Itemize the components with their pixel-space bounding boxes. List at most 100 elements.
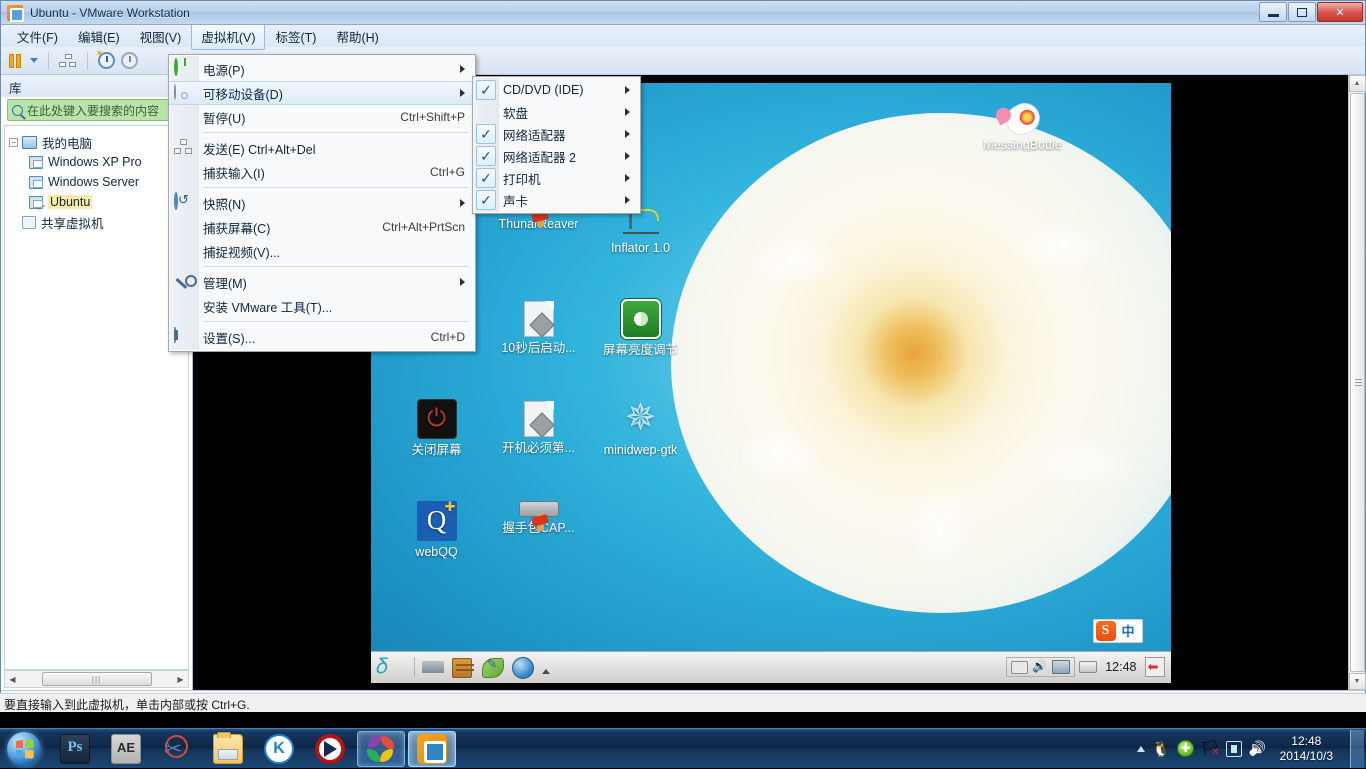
display-icon[interactable] [1052, 660, 1070, 674]
search-input[interactable]: 在此处键入要搜索的内容 [7, 99, 186, 121]
taskbar-vmware-workstation[interactable] [408, 731, 456, 767]
menu-item-pause[interactable]: 暂停(U) Ctrl+Shift+P [169, 105, 475, 129]
menu-view[interactable]: 视图(V) [130, 23, 192, 50]
menu-item-install-tools[interactable]: 安装 VMware 工具(T)... [169, 294, 475, 318]
take-snapshot-button[interactable] [98, 52, 115, 69]
desktop-icon-startup-10s[interactable]: 10秒后启动... [491, 299, 587, 355]
close-button[interactable]: ✕ [1317, 2, 1363, 22]
taskbar-file-explorer[interactable] [204, 731, 252, 767]
xfce-menu-icon[interactable] [377, 655, 403, 679]
minimize-button[interactable] [1259, 2, 1287, 22]
menu-item-capture-video[interactable]: 捕捉视频(V)... [169, 239, 475, 263]
desktop-icon-minidwep-gtk[interactable]: minidwep-gtk [593, 399, 689, 457]
tray-safely-remove-icon[interactable] [1226, 741, 1242, 757]
submenu-item-network-adapter-2[interactable]: ✓ 网络适配器 2 [473, 145, 640, 167]
ime-mode-label[interactable]: 中 [1122, 621, 1135, 640]
suspend-button[interactable] [9, 54, 21, 68]
logout-icon[interactable] [1145, 657, 1165, 677]
aftereffects-icon [111, 734, 141, 764]
submenu-arrow-icon [460, 199, 465, 207]
text-editor-icon[interactable] [482, 655, 508, 679]
tree-node-windows-server[interactable]: Windows Server [9, 172, 184, 192]
desktop-icon-handshake-cap[interactable]: 握手包CAP... [491, 501, 587, 535]
menu-tabs[interactable]: 标签(T) [265, 23, 326, 50]
menu-item-grab-input[interactable]: 捕获输入(I) Ctrl+G [169, 160, 475, 184]
menu-item-snapshot[interactable]: 快照(N) [169, 191, 475, 215]
scroll-up-arrow-icon[interactable]: ▲ [1349, 75, 1366, 92]
tree-node-ubuntu[interactable]: Ubuntu [9, 192, 184, 212]
file-manager-icon[interactable] [452, 655, 478, 679]
menu-file[interactable]: 文件(F) [7, 23, 68, 50]
vm-vertical-scrollbar[interactable]: ▲ ▼ [1348, 75, 1365, 690]
submenu-item-sound-card[interactable]: ✓ 声卡 [473, 189, 640, 211]
restore-button[interactable] [1288, 2, 1316, 22]
desktop-icon-label: 10秒后启动... [491, 341, 587, 355]
scroll-right-arrow-icon[interactable]: ▶ [173, 675, 188, 684]
menu-item-label: 可移动设备(D) [203, 84, 450, 103]
submenu-item-cd-dvd[interactable]: ✓ CD/DVD (IDE) [473, 79, 640, 101]
scroll-down-arrow-icon[interactable]: ▼ [1349, 673, 1366, 690]
scrollbar-thumb[interactable]: ||| [42, 672, 152, 686]
tray-volume-icon[interactable] [1249, 740, 1267, 758]
menu-item-send-cad[interactable]: 发送(E) Ctrl+Alt+Del [169, 136, 475, 160]
vmware-icon [417, 734, 447, 764]
menu-item-accelerator: Ctrl+D [431, 330, 465, 344]
menu-item-manage[interactable]: 管理(M) [169, 270, 475, 294]
unity-mode-button[interactable] [59, 54, 77, 68]
menu-item-removable-devices[interactable]: 可移动设备(D) [169, 81, 475, 105]
submenu-item-floppy[interactable]: 软盘 [473, 101, 640, 123]
vm-dropdown-menu: 电源(P) 可移动设备(D) 暂停(U) Ctrl+Shift+P 发送(E) … [168, 54, 476, 352]
guest-taskbar: 12:48 [371, 651, 1171, 683]
scrollbar-thumb[interactable] [1350, 93, 1365, 672]
collapse-expander-icon[interactable]: − [9, 138, 18, 147]
desktop-icon-brightness[interactable]: 屏幕亮度调节 [593, 299, 689, 357]
submenu-item-network-adapter[interactable]: ✓ 网络适配器 [473, 123, 640, 145]
start-button[interactable] [2, 730, 48, 768]
guest-clock[interactable]: 12:48 [1101, 660, 1140, 674]
taskbar-pinwheel[interactable] [357, 731, 405, 767]
web-browser-icon[interactable] [512, 655, 538, 679]
tree-node-shared-vms[interactable]: 共享虚拟机 [9, 212, 184, 232]
taskbar-qq-player[interactable] [306, 731, 354, 767]
tray-qq-icon[interactable] [1152, 740, 1170, 758]
library-tree[interactable]: − 我的电脑 Windows XP Pro Windows Server [4, 125, 189, 670]
desktop-icon-boot-required[interactable]: 开机必须第... [491, 399, 587, 455]
scroll-left-arrow-icon[interactable]: ◀ [5, 675, 20, 684]
tray-network-icon[interactable] [1201, 740, 1219, 758]
taskbar-aftereffects[interactable] [102, 731, 150, 767]
desktop-icon-screen-off[interactable]: 关闭屏幕 [389, 399, 485, 457]
menu-help[interactable]: 帮助(H) [326, 23, 388, 50]
chevron-down-icon[interactable] [30, 58, 38, 63]
menu-edit[interactable]: 编辑(E) [68, 23, 130, 50]
desktop-icon-webqq[interactable]: webQQ [389, 501, 485, 559]
submenu-item-printer[interactable]: ✓ 打印机 [473, 167, 640, 189]
taskbar-clock[interactable]: 12:48 2014/10/3 [1274, 734, 1339, 764]
show-desktop-icon[interactable] [422, 655, 448, 679]
chevron-up-icon[interactable] [542, 669, 550, 674]
menu-item-settings[interactable]: 设置(S)... Ctrl+D [169, 325, 475, 349]
disk-icon[interactable] [1079, 661, 1097, 673]
toolbar-separator [48, 52, 49, 70]
taskbar-photoshop[interactable] [51, 731, 99, 767]
volume-icon[interactable] [1032, 660, 1048, 674]
tree-label: Ubuntu [48, 195, 92, 209]
tree-node-windows-xp-pro[interactable]: Windows XP Pro [9, 152, 184, 172]
sogou-ime-indicator[interactable]: S 中 [1093, 619, 1143, 643]
tree-node-my-computer[interactable]: − 我的电脑 [9, 132, 184, 152]
desktop-icon-label: webQQ [389, 545, 485, 559]
guest-tray: 12:48 [1006, 657, 1164, 677]
taskbar-snipping-tool[interactable] [153, 731, 201, 767]
title-bar[interactable]: Ubuntu - VMware Workstation ✕ [1, 1, 1365, 25]
tree-label: 共享虚拟机 [41, 213, 104, 232]
library-horizontal-scrollbar[interactable]: ◀ ||| ▶ [4, 670, 189, 688]
menu-vm[interactable]: 虚拟机(V) [191, 23, 265, 50]
desktop-icon-messingbottle[interactable]: MessingBottle [975, 99, 1071, 152]
menu-item-power[interactable]: 电源(P) [169, 57, 475, 81]
show-desktop-button[interactable] [1350, 730, 1364, 768]
tray-security-shield-icon[interactable] [1177, 740, 1194, 757]
keyboard-icon[interactable] [1011, 661, 1028, 674]
revert-snapshot-button[interactable] [121, 52, 138, 69]
show-hidden-icons-icon[interactable] [1137, 746, 1145, 752]
menu-item-capture-screen[interactable]: 捕获屏幕(C) Ctrl+Alt+PrtScn [169, 215, 475, 239]
taskbar-kugou[interactable] [255, 731, 303, 767]
